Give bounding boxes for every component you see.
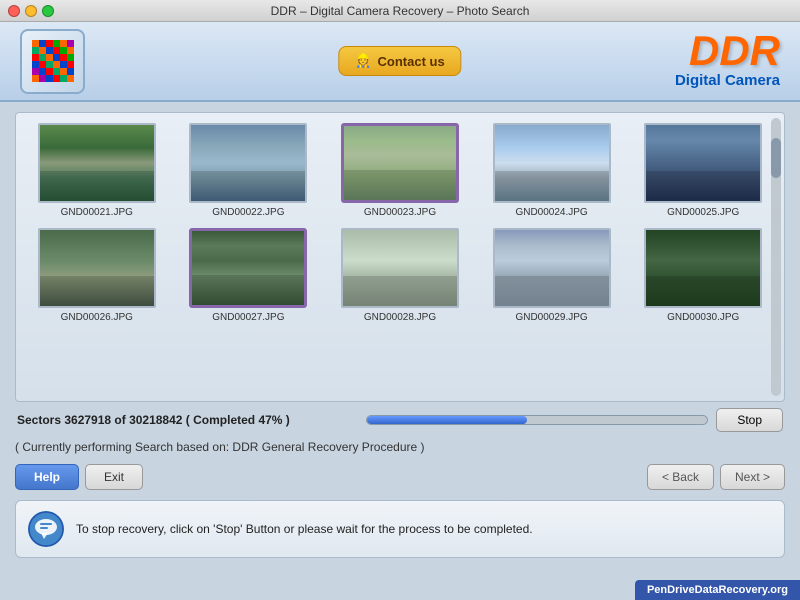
- photo-thumbnail-selected[interactable]: [189, 228, 307, 308]
- navigation-bar: Help Exit < Back Next >: [15, 460, 785, 494]
- next-button[interactable]: Next >: [720, 464, 785, 490]
- progress-section: Sectors 3627918 of 30218842 ( Completed …: [15, 402, 785, 438]
- list-item[interactable]: GND00030.JPG: [632, 228, 774, 323]
- list-item[interactable]: GND00021.JPG: [26, 123, 168, 218]
- photo-thumbnail[interactable]: [644, 228, 762, 308]
- photo-filename: GND00025.JPG: [667, 207, 739, 218]
- list-item[interactable]: GND00028.JPG: [329, 228, 471, 323]
- contact-icon: 👷: [355, 53, 371, 69]
- contact-label: Contact us: [378, 54, 445, 69]
- photo-thumbnail-selected[interactable]: [341, 123, 459, 203]
- main-content: GND00021.JPG GND00022.JPG GND00023.JPG G…: [0, 102, 800, 568]
- photo-thumbnail[interactable]: [493, 123, 611, 203]
- brand: DDR Digital Camera: [675, 30, 780, 89]
- list-item[interactable]: GND00026.JPG: [26, 228, 168, 323]
- photo-filename: GND00029.JPG: [515, 312, 587, 323]
- info-box: To stop recovery, click on 'Stop' Button…: [15, 500, 785, 558]
- progress-fill: [367, 416, 527, 424]
- close-button[interactable]: [8, 5, 20, 17]
- photo-grid-container: GND00021.JPG GND00022.JPG GND00023.JPG G…: [15, 112, 785, 402]
- progress-bar: [366, 415, 709, 425]
- photo-thumbnail[interactable]: [189, 123, 307, 203]
- exit-button[interactable]: Exit: [85, 464, 143, 490]
- photo-thumbnail[interactable]: [341, 228, 459, 308]
- photo-filename: GND00028.JPG: [364, 312, 436, 323]
- photo-filename: GND00030.JPG: [667, 312, 739, 323]
- scrollbar-thumb[interactable]: [771, 138, 781, 178]
- photo-filename: GND00021.JPG: [61, 207, 133, 218]
- info-text: To stop recovery, click on 'Stop' Button…: [76, 522, 533, 536]
- status-message: ( Currently performing Search based on: …: [15, 438, 785, 460]
- photo-grid: GND00021.JPG GND00022.JPG GND00023.JPG G…: [26, 123, 774, 323]
- photo-filename: GND00024.JPG: [515, 207, 587, 218]
- brand-subtitle: Digital Camera: [675, 72, 780, 89]
- scrollbar[interactable]: [771, 118, 781, 396]
- photo-filename: GND00026.JPG: [61, 312, 133, 323]
- list-item[interactable]: GND00022.JPG: [178, 123, 320, 218]
- photo-thumbnail[interactable]: [644, 123, 762, 203]
- progress-text: Sectors 3627918 of 30218842 ( Completed …: [17, 413, 358, 427]
- contact-button[interactable]: 👷 Contact us: [338, 46, 461, 76]
- app-logo: [20, 29, 85, 94]
- photo-filename: GND00022.JPG: [212, 207, 284, 218]
- list-item[interactable]: GND00027.JPG: [178, 228, 320, 323]
- list-item[interactable]: GND00029.JPG: [481, 228, 623, 323]
- list-item[interactable]: GND00024.JPG: [481, 123, 623, 218]
- info-icon: [28, 511, 64, 547]
- photo-thumbnail[interactable]: [38, 123, 156, 203]
- stop-button[interactable]: Stop: [716, 408, 783, 432]
- photo-filename: GND00023.JPG: [364, 207, 436, 218]
- logo-checkerboard: [32, 40, 74, 82]
- list-item[interactable]: GND00025.JPG: [632, 123, 774, 218]
- help-button[interactable]: Help: [15, 464, 79, 490]
- list-item[interactable]: GND00023.JPG: [329, 123, 471, 218]
- photo-thumbnail[interactable]: [493, 228, 611, 308]
- title-bar: DDR – Digital Camera Recovery – Photo Se…: [0, 0, 800, 22]
- header: 👷 Contact us DDR Digital Camera: [0, 22, 800, 102]
- window-title: DDR – Digital Camera Recovery – Photo Se…: [271, 4, 530, 18]
- window-controls[interactable]: [8, 5, 54, 17]
- back-button[interactable]: < Back: [647, 464, 714, 490]
- photo-thumbnail[interactable]: [38, 228, 156, 308]
- maximize-button[interactable]: [42, 5, 54, 17]
- footer-url: PenDriveDataRecovery.org: [635, 580, 800, 600]
- brand-title: DDR: [675, 30, 780, 72]
- minimize-button[interactable]: [25, 5, 37, 17]
- photo-filename: GND00027.JPG: [212, 312, 284, 323]
